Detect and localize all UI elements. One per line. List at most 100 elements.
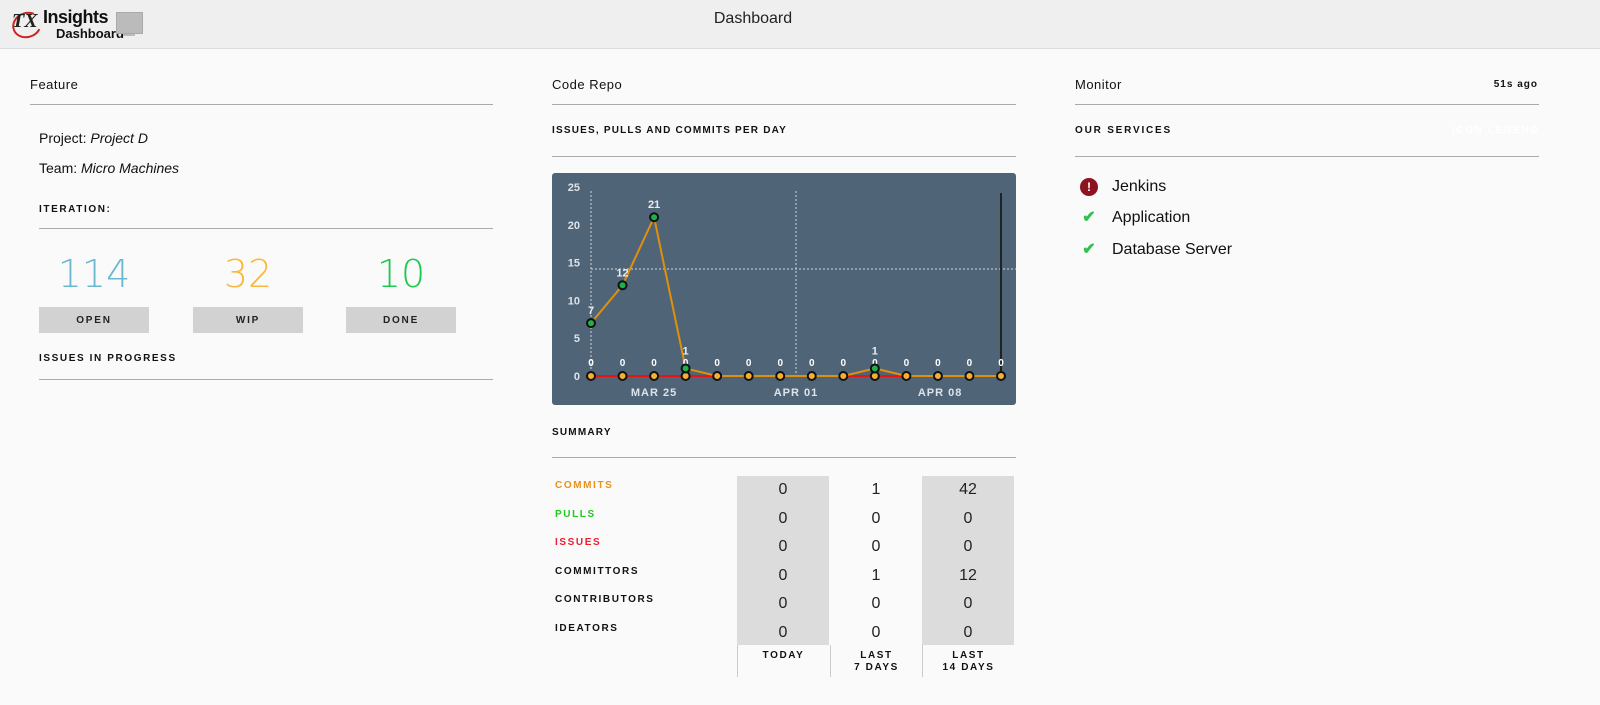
pulls-point [649, 371, 660, 381]
logo-text-2: Dashboard [56, 26, 124, 41]
summary-row-label: ISSUES [555, 537, 602, 548]
chart-title: ISSUES, PULLS AND COMMITS PER DAY [552, 125, 787, 136]
done-button[interactable]: DONE [346, 307, 456, 333]
activity-chart-svg: 0510152025MAR 25 APR 01 APR 080 0 0 0 0 0 0 0 0 0 0 0… [568, 182, 1016, 399]
commits-point [586, 318, 596, 329]
commits-data-label: 7 [588, 305, 594, 317]
issues-data-label: 0 [841, 358, 847, 369]
divider [39, 379, 493, 380]
project-info: Project: Project D [39, 130, 148, 146]
issues-data-label: 0 [904, 358, 910, 369]
pulls-point [838, 371, 849, 381]
summary-cell: 0 [963, 623, 973, 641]
summary-row-label: COMMITTORS [555, 565, 640, 577]
summary-cell: 12 [959, 566, 977, 584]
done-count: 10 [376, 252, 426, 296]
summary-column-header: TODAY [737, 645, 829, 677]
open-button[interactable]: OPEN [39, 307, 149, 333]
last-updated: 51s ago [1493, 79, 1538, 90]
column-header-line: TODAY [762, 650, 805, 661]
issues-data-label: 0 [935, 358, 941, 369]
pulls-point [712, 371, 723, 381]
summary-cell: 0 [778, 509, 788, 527]
summary-row-label: PULLS [555, 508, 596, 520]
iteration-label: ITERATION: [39, 204, 112, 215]
column-header-line: LAST [952, 650, 985, 661]
summary-row-label: CONTRIBUTORS [555, 594, 655, 605]
pulls-point [901, 371, 912, 381]
issues-data-label: 0 [620, 358, 626, 369]
summary-cell: 0 [871, 595, 881, 612]
summary-cell: 0 [778, 623, 788, 641]
summary-cell: 0 [871, 623, 881, 641]
summary-cell: 0 [963, 509, 973, 527]
issues-data-label: 0 [998, 358, 1004, 369]
divider [552, 104, 1016, 105]
divider [30, 104, 493, 105]
wip-button[interactable]: WIP [193, 307, 303, 333]
x-tick-label: MAR 25 [631, 387, 677, 399]
summary-row-label: COMMITS [555, 480, 614, 491]
monitor-title: Monitor [1075, 77, 1122, 92]
summary-cell: 1 [871, 481, 881, 498]
summary-cell: 42 [959, 481, 977, 498]
y-tick-label: 0 [574, 371, 580, 383]
service-name: Database Server [1112, 241, 1233, 258]
pulls-point [617, 371, 628, 381]
team-value: Micro Machines [81, 160, 180, 176]
issues-data-label: 0 [651, 358, 657, 369]
project-value: Project D [90, 130, 148, 146]
pulls-point [775, 371, 786, 381]
error-icon: ! [1080, 178, 1098, 196]
y-tick-label: 5 [574, 333, 580, 345]
issues-data-label: 0 [809, 358, 815, 369]
feature-title: Feature [30, 77, 79, 92]
divider [552, 156, 1016, 157]
commits-point [680, 363, 691, 374]
team-info: Team: Micro Machines [39, 160, 179, 176]
summary-cell: 0 [963, 595, 973, 612]
commits-point [869, 363, 880, 374]
summary-row-label: IDEATORS [555, 622, 619, 634]
commits-data-label: 21 [648, 199, 660, 211]
divider [552, 457, 1016, 458]
x-tick-label: APR 08 [918, 387, 963, 399]
issues-data-label: 0 [588, 358, 594, 369]
icon-legend-link[interactable]: ICON LEGEND [1452, 125, 1539, 136]
service-name: Jenkins [1112, 178, 1167, 195]
pulls-point [586, 371, 596, 381]
y-tick-label: 20 [568, 220, 580, 232]
issues-data-label: 0 [967, 358, 973, 369]
summary-column-header: LAST 7 DAYS [830, 645, 922, 677]
summary-cell: 0 [871, 509, 881, 527]
check-icon: ✔ [1082, 241, 1096, 258]
summary-column: 1 0 0 1 0 0 [830, 476, 922, 645]
summary-column: 42 0 0 12 0 0 [922, 476, 1014, 645]
monitor-stand-icon [123, 34, 135, 36]
top-bar: TX Insights Dashboard Dashboard [0, 0, 1600, 49]
issues-data-label: 0 [777, 358, 783, 369]
divider [1075, 156, 1539, 157]
pulls-point [932, 371, 943, 381]
divider [1075, 104, 1539, 105]
summary-cell: 1 [871, 566, 881, 584]
summary-cell: 0 [778, 538, 788, 555]
summary-cell: 0 [778, 566, 788, 584]
y-tick-label: 10 [568, 295, 580, 307]
issues-data-label: 0 [714, 358, 720, 369]
pulls-point [964, 371, 975, 381]
column-header-line: LAST [860, 650, 893, 661]
summary-cell: 0 [871, 538, 881, 555]
pulls-point [806, 371, 817, 381]
summary-column: 0 0 0 0 0 0 [737, 476, 829, 645]
issues-data-label: 0 [746, 358, 752, 369]
service-name: Application [1112, 209, 1191, 226]
page-title: Dashboard [713, 10, 793, 27]
commits-point [649, 212, 660, 223]
activity-chart: 0 5 10 15 20 25 MAR 25 APR 01 APR 08 0 0 0 0 0 0 0 0 0 0 0 0… [552, 173, 1016, 405]
commits-data-label: 12 [616, 267, 628, 279]
project-label: Project: [39, 130, 87, 146]
summary-cell: 0 [963, 538, 973, 555]
commits-data-label: 1 [872, 345, 878, 357]
summary-cell: 0 [778, 595, 788, 612]
